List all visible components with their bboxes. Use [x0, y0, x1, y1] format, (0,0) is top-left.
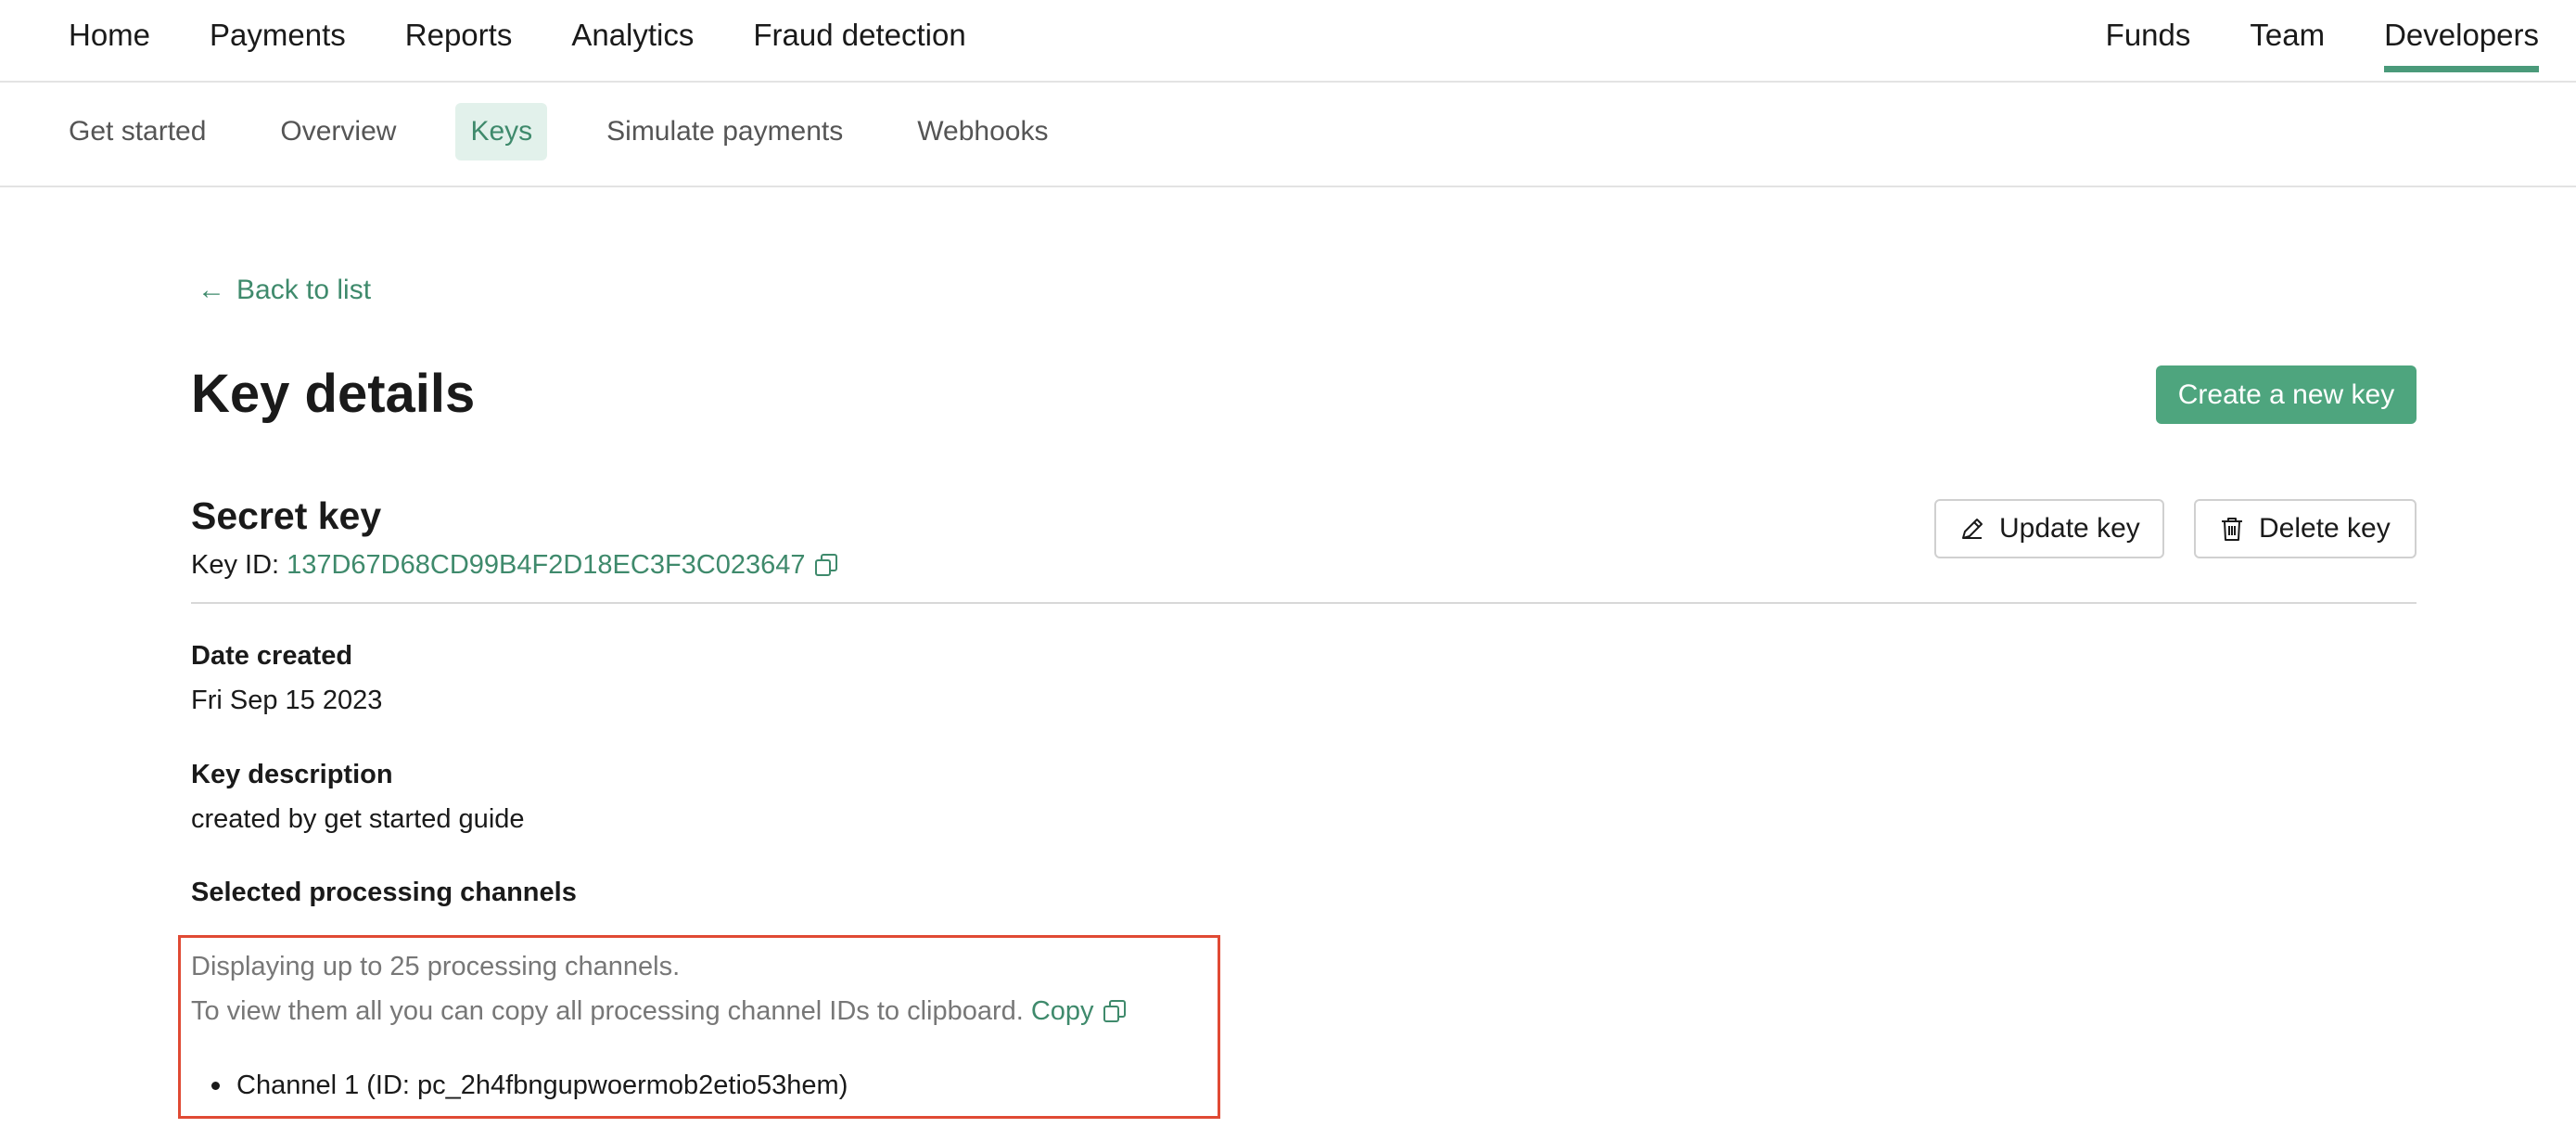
- channel-text: Channel 1 (ID: pc_2h4fbngupwoermob2etio5…: [236, 1070, 848, 1100]
- nav-developers[interactable]: Developers: [2384, 0, 2539, 81]
- arrow-left-icon: ←: [198, 275, 225, 305]
- top-nav: Home Payments Reports Analytics Fraud de…: [0, 0, 2576, 83]
- bullet-icon: [211, 1081, 220, 1090]
- update-key-button[interactable]: Update key: [1934, 499, 2164, 558]
- nav-team[interactable]: Team: [2250, 0, 2325, 81]
- key-description-value: created by get started guide: [191, 804, 525, 834]
- key-description-label: Key description: [191, 760, 393, 789]
- page-title: Key details: [191, 364, 476, 424]
- nav-payments[interactable]: Payments: [210, 0, 346, 81]
- key-id-line: Key ID: 137D67D68CD99B4F2D18EC3F3C023647: [191, 549, 839, 581]
- channels-note-copy-text: To view them all you can copy all proces…: [191, 996, 1024, 1026]
- copy-channels-label: Copy: [1030, 996, 1094, 1026]
- back-to-list-link[interactable]: ← Back to list: [198, 275, 371, 306]
- channel-list: Channel 1 (ID: pc_2h4fbngupwoermob2etio5…: [191, 1070, 848, 1101]
- trash-icon: [2222, 518, 2242, 541]
- update-key-label: Update key: [1999, 513, 2140, 544]
- copy-channels-button[interactable]: Copy: [1031, 995, 1128, 1027]
- nav-fraud-detection[interactable]: Fraud detection: [753, 0, 965, 81]
- tab-get-started[interactable]: Get started: [54, 103, 221, 160]
- tab-keys[interactable]: Keys: [455, 103, 548, 160]
- tab-simulate-payments[interactable]: Simulate payments: [592, 103, 858, 160]
- processing-channels-label: Selected processing channels: [191, 878, 577, 907]
- divider: [191, 602, 2417, 604]
- key-id-value[interactable]: 137D67D68CD99B4F2D18EC3F3C023647: [287, 549, 805, 581]
- date-created-value: Fri Sep 15 2023: [191, 686, 383, 715]
- nav-home[interactable]: Home: [69, 0, 150, 81]
- key-id-label: Key ID:: [191, 550, 280, 580]
- tab-overview[interactable]: Overview: [265, 103, 411, 160]
- tab-webhooks[interactable]: Webhooks: [902, 103, 1063, 160]
- create-new-key-button[interactable]: Create a new key: [2156, 365, 2417, 424]
- pencil-icon: [1962, 519, 1983, 539]
- list-item: Channel 1 (ID: pc_2h4fbngupwoermob2etio5…: [191, 1070, 848, 1101]
- date-created-label: Date created: [191, 641, 353, 671]
- nav-funds[interactable]: Funds: [2106, 0, 2191, 81]
- top-nav-left: Home Payments Reports Analytics Fraud de…: [69, 0, 1026, 81]
- sub-nav: Get started Overview Keys Simulate payme…: [0, 83, 2576, 187]
- copy-icon[interactable]: [813, 552, 839, 578]
- key-name: Secret key: [191, 494, 382, 537]
- copy-icon: [1103, 1000, 1126, 1022]
- back-link-label: Back to list: [236, 275, 372, 305]
- delete-key-button[interactable]: Delete key: [2194, 499, 2417, 558]
- channels-note-limit: Displaying up to 25 processing channels.: [191, 952, 681, 981]
- top-nav-right: Funds Team Developers: [2047, 0, 2539, 81]
- sub-nav-tabs: Get started Overview Keys Simulate payme…: [54, 103, 1107, 160]
- nav-reports[interactable]: Reports: [405, 0, 513, 81]
- channels-note-copy: To view them all you can copy all proces…: [191, 995, 1128, 1027]
- nav-analytics[interactable]: Analytics: [571, 0, 694, 81]
- delete-key-label: Delete key: [2259, 513, 2391, 544]
